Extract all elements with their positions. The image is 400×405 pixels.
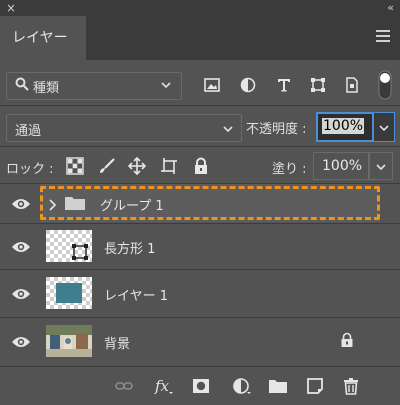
layer-row-background[interactable]: 背景 <box>0 318 400 364</box>
lock-position-move-icon[interactable] <box>127 156 147 176</box>
layer-row-layer-1[interactable]: レイヤー 1 <box>0 270 400 316</box>
new-adjustment-layer-icon[interactable] <box>232 377 251 395</box>
close-panel-button[interactable]: × <box>6 0 16 16</box>
trash-delete-icon[interactable] <box>342 377 360 395</box>
lock-artboard-icon[interactable] <box>160 157 178 175</box>
panel-top-strip: × ‹‹ <box>0 0 400 16</box>
tab-layers[interactable]: レイヤー <box>0 16 86 60</box>
layer-name: 背景 <box>104 337 131 352</box>
fill-value: 100% <box>322 158 363 174</box>
blend-mode-select[interactable]: 通過 <box>6 114 242 142</box>
type-filter-icon[interactable] <box>276 77 292 93</box>
opacity-dropdown-button[interactable] <box>373 112 395 142</box>
search-icon <box>15 77 29 95</box>
layer-name: グループ 1 <box>100 199 164 214</box>
filter-kind-select[interactable]: 種類 <box>6 72 182 100</box>
panel-menu-icon[interactable] <box>376 30 390 44</box>
layer-thumbnail-pixel <box>46 277 92 309</box>
shape-filter-icon[interactable] <box>310 77 326 93</box>
adjustment-filter-icon[interactable] <box>240 77 256 93</box>
lock-image-pixels-brush-icon[interactable] <box>98 157 116 175</box>
bottom-toolbar: fx <box>0 366 400 405</box>
layer-name: 長方形 1 <box>104 242 156 257</box>
filter-kind-label: 種類 <box>33 81 60 96</box>
chevron-down-icon <box>379 122 389 135</box>
lock-label: ロック : <box>6 162 54 177</box>
opacity-value: 100% <box>322 118 365 134</box>
visibility-eye-icon[interactable] <box>11 334 31 348</box>
lock-transparent-pixels-icon[interactable] <box>66 157 84 175</box>
visibility-eye-icon[interactable] <box>11 286 31 300</box>
visibility-eye-icon[interactable] <box>11 196 31 210</box>
new-layer-icon[interactable] <box>306 377 324 395</box>
chevron-down-icon <box>161 79 171 92</box>
blend-mode-label: 通過 <box>15 124 42 139</box>
chevron-down-icon <box>376 161 386 174</box>
fill-input[interactable]: 100% <box>313 152 369 180</box>
lock-all-icon[interactable] <box>192 157 210 175</box>
chevron-down-icon <box>223 123 233 136</box>
filter-toggle-switch[interactable] <box>378 70 392 100</box>
pixel-filter-icon[interactable] <box>204 77 220 93</box>
layer-row-group-1[interactable]: グループ 1 <box>0 184 400 222</box>
visibility-eye-icon[interactable] <box>11 239 31 253</box>
folder-icon <box>64 195 86 215</box>
tab-bar: レイヤー <box>0 16 400 60</box>
chevron-right-icon[interactable] <box>48 196 57 215</box>
separator <box>0 105 400 106</box>
collapse-panel-button[interactable]: ‹‹ <box>387 0 394 16</box>
highlight-dashed-outline <box>40 186 380 220</box>
opacity-label: 不透明度 : <box>246 122 307 137</box>
layer-thumbnail-photo <box>46 325 92 357</box>
layers-list: グループ 1 長方形 1 レイヤー 1 背景 <box>0 184 400 366</box>
link-layers-icon[interactable] <box>115 377 133 395</box>
fx-layer-style-icon[interactable]: fx <box>154 377 173 395</box>
fill-dropdown-button[interactable] <box>369 152 393 180</box>
smart-object-filter-icon[interactable] <box>344 77 360 93</box>
fill-label: 塗り : <box>272 162 307 177</box>
filter-row: 種類 <box>0 66 400 102</box>
svg-text:fx: fx <box>154 377 170 395</box>
layer-row-rectangle-1[interactable]: 長方形 1 <box>0 224 400 268</box>
layer-thumbnail-shape <box>46 230 92 262</box>
opacity-input[interactable]: 100% <box>316 112 374 142</box>
lock-icon[interactable] <box>340 332 354 352</box>
new-group-folder-icon[interactable] <box>268 377 287 395</box>
add-mask-icon[interactable] <box>192 377 210 395</box>
layer-name: レイヤー 1 <box>104 289 169 304</box>
separator <box>0 146 400 147</box>
